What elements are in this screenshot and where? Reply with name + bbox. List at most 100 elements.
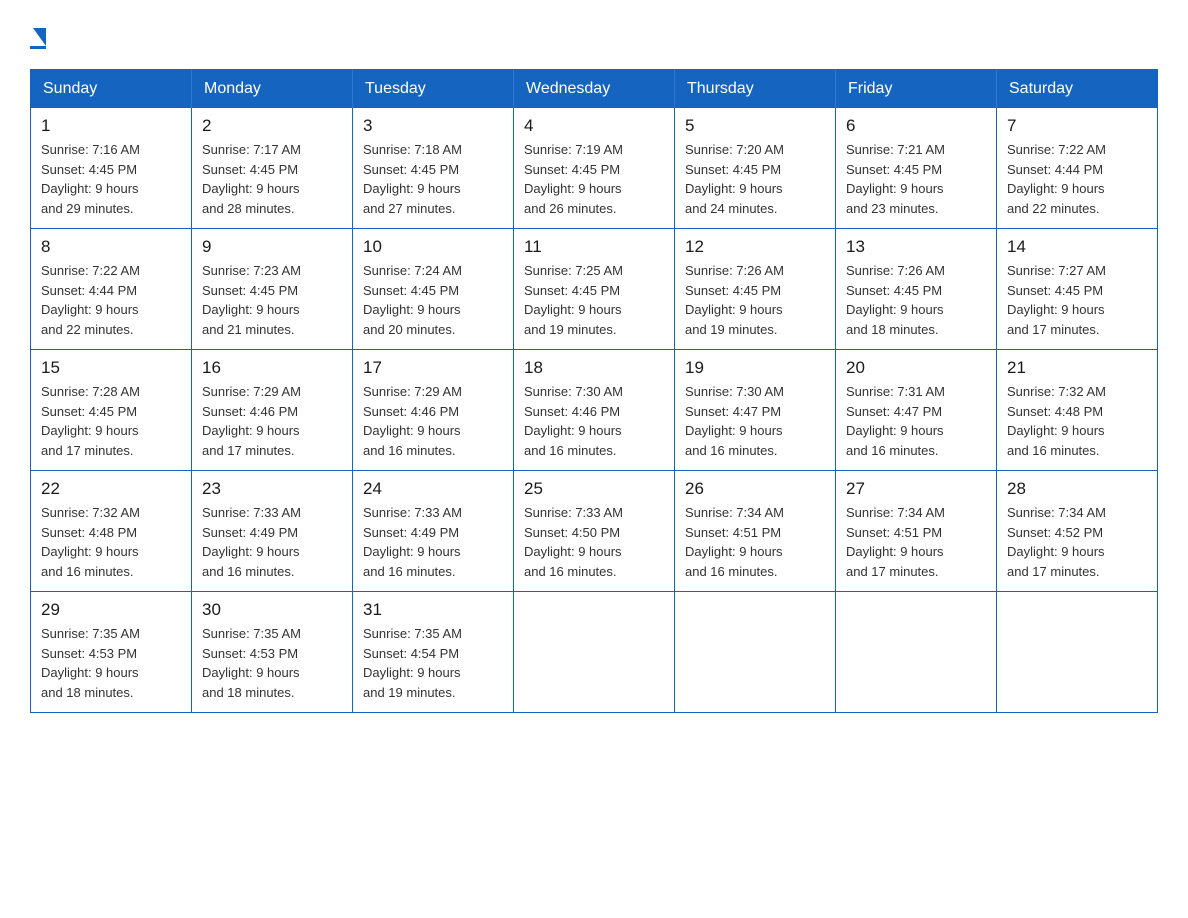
calendar-cell: 15 Sunrise: 7:28 AM Sunset: 4:45 PM Dayl… xyxy=(31,350,192,471)
day-info: Sunrise: 7:29 AM Sunset: 4:46 PM Dayligh… xyxy=(202,382,342,460)
day-number: 7 xyxy=(1007,116,1147,136)
day-number: 8 xyxy=(41,237,181,257)
calendar-cell: 11 Sunrise: 7:25 AM Sunset: 4:45 PM Dayl… xyxy=(514,229,675,350)
calendar-week-2: 8 Sunrise: 7:22 AM Sunset: 4:44 PM Dayli… xyxy=(31,229,1158,350)
day-info: Sunrise: 7:33 AM Sunset: 4:50 PM Dayligh… xyxy=(524,503,664,581)
day-info: Sunrise: 7:30 AM Sunset: 4:47 PM Dayligh… xyxy=(685,382,825,460)
day-info: Sunrise: 7:34 AM Sunset: 4:52 PM Dayligh… xyxy=(1007,503,1147,581)
day-number: 28 xyxy=(1007,479,1147,499)
logo-arrow-icon xyxy=(33,28,46,46)
day-number: 4 xyxy=(524,116,664,136)
day-number: 17 xyxy=(363,358,503,378)
day-info: Sunrise: 7:26 AM Sunset: 4:45 PM Dayligh… xyxy=(846,261,986,339)
day-info: Sunrise: 7:33 AM Sunset: 4:49 PM Dayligh… xyxy=(202,503,342,581)
page-header xyxy=(30,20,1158,49)
day-info: Sunrise: 7:16 AM Sunset: 4:45 PM Dayligh… xyxy=(41,140,181,218)
calendar-cell: 7 Sunrise: 7:22 AM Sunset: 4:44 PM Dayli… xyxy=(997,108,1158,229)
day-number: 23 xyxy=(202,479,342,499)
calendar-cell: 24 Sunrise: 7:33 AM Sunset: 4:49 PM Dayl… xyxy=(353,471,514,592)
day-number: 15 xyxy=(41,358,181,378)
calendar-cell: 31 Sunrise: 7:35 AM Sunset: 4:54 PM Dayl… xyxy=(353,592,514,713)
calendar-cell: 2 Sunrise: 7:17 AM Sunset: 4:45 PM Dayli… xyxy=(192,108,353,229)
calendar-cell xyxy=(514,592,675,713)
day-info: Sunrise: 7:32 AM Sunset: 4:48 PM Dayligh… xyxy=(1007,382,1147,460)
day-info: Sunrise: 7:30 AM Sunset: 4:46 PM Dayligh… xyxy=(524,382,664,460)
calendar-cell: 29 Sunrise: 7:35 AM Sunset: 4:53 PM Dayl… xyxy=(31,592,192,713)
weekday-header-friday: Friday xyxy=(836,70,997,109)
calendar-header-row: SundayMondayTuesdayWednesdayThursdayFrid… xyxy=(31,70,1158,109)
calendar-cell: 27 Sunrise: 7:34 AM Sunset: 4:51 PM Dayl… xyxy=(836,471,997,592)
day-number: 24 xyxy=(363,479,503,499)
calendar-cell: 13 Sunrise: 7:26 AM Sunset: 4:45 PM Dayl… xyxy=(836,229,997,350)
calendar-cell: 18 Sunrise: 7:30 AM Sunset: 4:46 PM Dayl… xyxy=(514,350,675,471)
day-info: Sunrise: 7:26 AM Sunset: 4:45 PM Dayligh… xyxy=(685,261,825,339)
weekday-header-tuesday: Tuesday xyxy=(353,70,514,109)
day-number: 20 xyxy=(846,358,986,378)
day-info: Sunrise: 7:20 AM Sunset: 4:45 PM Dayligh… xyxy=(685,140,825,218)
calendar-cell: 28 Sunrise: 7:34 AM Sunset: 4:52 PM Dayl… xyxy=(997,471,1158,592)
day-info: Sunrise: 7:29 AM Sunset: 4:46 PM Dayligh… xyxy=(363,382,503,460)
day-info: Sunrise: 7:18 AM Sunset: 4:45 PM Dayligh… xyxy=(363,140,503,218)
calendar-cell: 8 Sunrise: 7:22 AM Sunset: 4:44 PM Dayli… xyxy=(31,229,192,350)
calendar-cell: 30 Sunrise: 7:35 AM Sunset: 4:53 PM Dayl… xyxy=(192,592,353,713)
day-info: Sunrise: 7:22 AM Sunset: 4:44 PM Dayligh… xyxy=(41,261,181,339)
calendar-cell: 19 Sunrise: 7:30 AM Sunset: 4:47 PM Dayl… xyxy=(675,350,836,471)
calendar-table: SundayMondayTuesdayWednesdayThursdayFrid… xyxy=(30,69,1158,713)
calendar-cell xyxy=(997,592,1158,713)
day-number: 16 xyxy=(202,358,342,378)
calendar-cell: 16 Sunrise: 7:29 AM Sunset: 4:46 PM Dayl… xyxy=(192,350,353,471)
calendar-cell: 9 Sunrise: 7:23 AM Sunset: 4:45 PM Dayli… xyxy=(192,229,353,350)
calendar-cell: 25 Sunrise: 7:33 AM Sunset: 4:50 PM Dayl… xyxy=(514,471,675,592)
day-number: 9 xyxy=(202,237,342,257)
day-info: Sunrise: 7:33 AM Sunset: 4:49 PM Dayligh… xyxy=(363,503,503,581)
day-number: 6 xyxy=(846,116,986,136)
calendar-cell: 22 Sunrise: 7:32 AM Sunset: 4:48 PM Dayl… xyxy=(31,471,192,592)
calendar-cell: 4 Sunrise: 7:19 AM Sunset: 4:45 PM Dayli… xyxy=(514,108,675,229)
day-number: 1 xyxy=(41,116,181,136)
day-info: Sunrise: 7:35 AM Sunset: 4:54 PM Dayligh… xyxy=(363,624,503,702)
day-info: Sunrise: 7:31 AM Sunset: 4:47 PM Dayligh… xyxy=(846,382,986,460)
calendar-cell: 20 Sunrise: 7:31 AM Sunset: 4:47 PM Dayl… xyxy=(836,350,997,471)
day-number: 3 xyxy=(363,116,503,136)
day-info: Sunrise: 7:28 AM Sunset: 4:45 PM Dayligh… xyxy=(41,382,181,460)
day-info: Sunrise: 7:21 AM Sunset: 4:45 PM Dayligh… xyxy=(846,140,986,218)
day-info: Sunrise: 7:34 AM Sunset: 4:51 PM Dayligh… xyxy=(846,503,986,581)
calendar-cell: 21 Sunrise: 7:32 AM Sunset: 4:48 PM Dayl… xyxy=(997,350,1158,471)
calendar-cell: 26 Sunrise: 7:34 AM Sunset: 4:51 PM Dayl… xyxy=(675,471,836,592)
day-info: Sunrise: 7:23 AM Sunset: 4:45 PM Dayligh… xyxy=(202,261,342,339)
day-number: 30 xyxy=(202,600,342,620)
day-info: Sunrise: 7:24 AM Sunset: 4:45 PM Dayligh… xyxy=(363,261,503,339)
calendar-cell: 3 Sunrise: 7:18 AM Sunset: 4:45 PM Dayli… xyxy=(353,108,514,229)
day-info: Sunrise: 7:17 AM Sunset: 4:45 PM Dayligh… xyxy=(202,140,342,218)
weekday-header-saturday: Saturday xyxy=(997,70,1158,109)
day-number: 18 xyxy=(524,358,664,378)
day-number: 31 xyxy=(363,600,503,620)
day-number: 21 xyxy=(1007,358,1147,378)
day-info: Sunrise: 7:35 AM Sunset: 4:53 PM Dayligh… xyxy=(202,624,342,702)
calendar-cell: 17 Sunrise: 7:29 AM Sunset: 4:46 PM Dayl… xyxy=(353,350,514,471)
calendar-cell: 12 Sunrise: 7:26 AM Sunset: 4:45 PM Dayl… xyxy=(675,229,836,350)
day-number: 11 xyxy=(524,237,664,257)
day-info: Sunrise: 7:25 AM Sunset: 4:45 PM Dayligh… xyxy=(524,261,664,339)
day-number: 2 xyxy=(202,116,342,136)
weekday-header-thursday: Thursday xyxy=(675,70,836,109)
calendar-cell xyxy=(836,592,997,713)
day-number: 10 xyxy=(363,237,503,257)
calendar-week-1: 1 Sunrise: 7:16 AM Sunset: 4:45 PM Dayli… xyxy=(31,108,1158,229)
day-info: Sunrise: 7:35 AM Sunset: 4:53 PM Dayligh… xyxy=(41,624,181,702)
calendar-cell xyxy=(675,592,836,713)
weekday-header-sunday: Sunday xyxy=(31,70,192,109)
calendar-week-4: 22 Sunrise: 7:32 AM Sunset: 4:48 PM Dayl… xyxy=(31,471,1158,592)
calendar-cell: 14 Sunrise: 7:27 AM Sunset: 4:45 PM Dayl… xyxy=(997,229,1158,350)
day-number: 29 xyxy=(41,600,181,620)
calendar-week-5: 29 Sunrise: 7:35 AM Sunset: 4:53 PM Dayl… xyxy=(31,592,1158,713)
day-number: 26 xyxy=(685,479,825,499)
calendar-cell: 5 Sunrise: 7:20 AM Sunset: 4:45 PM Dayli… xyxy=(675,108,836,229)
weekday-header-monday: Monday xyxy=(192,70,353,109)
day-info: Sunrise: 7:22 AM Sunset: 4:44 PM Dayligh… xyxy=(1007,140,1147,218)
day-info: Sunrise: 7:32 AM Sunset: 4:48 PM Dayligh… xyxy=(41,503,181,581)
day-number: 5 xyxy=(685,116,825,136)
day-info: Sunrise: 7:27 AM Sunset: 4:45 PM Dayligh… xyxy=(1007,261,1147,339)
logo-divider xyxy=(30,46,46,49)
day-number: 27 xyxy=(846,479,986,499)
